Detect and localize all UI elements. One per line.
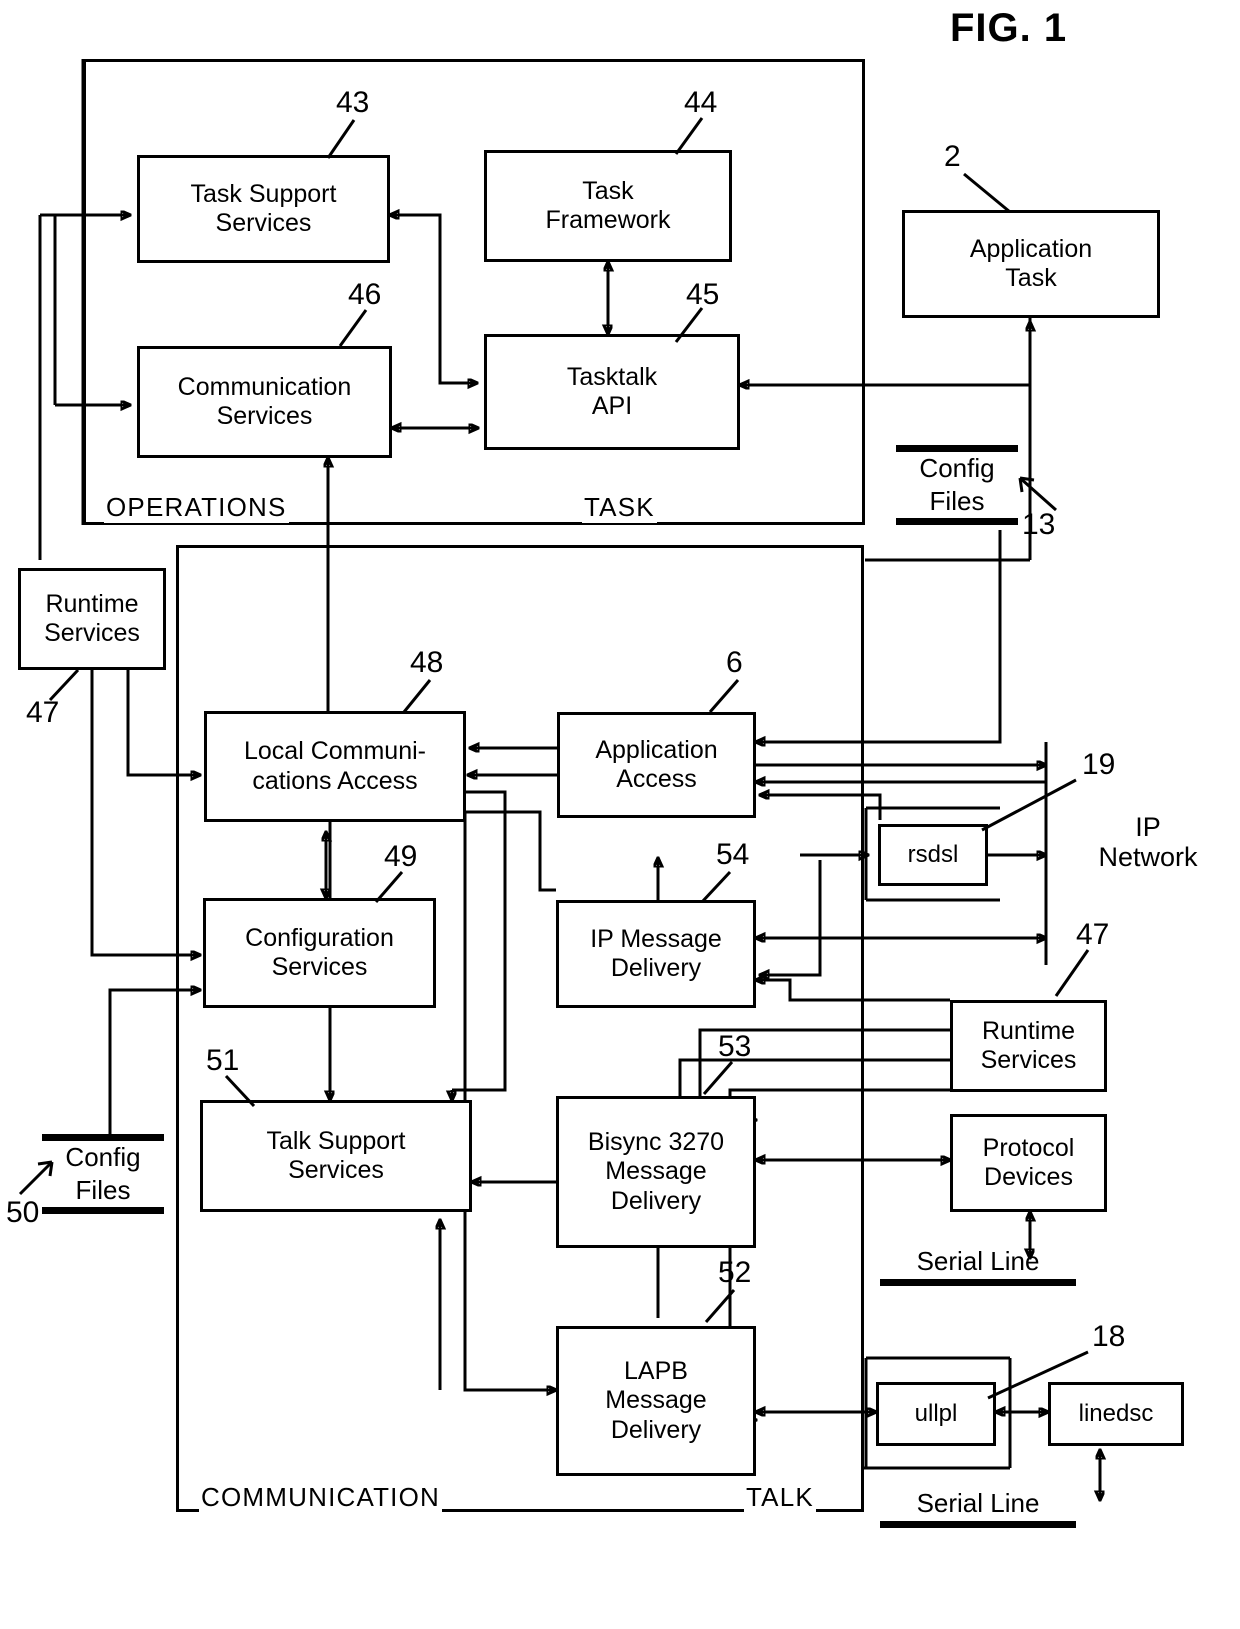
leader-18 xyxy=(987,1350,1089,1400)
leader-49 xyxy=(374,871,404,903)
box-lapb-message-delivery[interactable]: LAPB Message Delivery xyxy=(556,1326,756,1476)
box-runtime-services-bottom[interactable]: Runtime Services xyxy=(950,1000,1107,1092)
leader-2 xyxy=(963,172,1011,214)
leader-46 xyxy=(338,309,368,347)
serial-line-upper-label: Serial Line xyxy=(916,1246,1040,1276)
ref-47-top: 47 xyxy=(26,696,60,729)
leader-48 xyxy=(402,679,432,713)
leader-52 xyxy=(704,1289,736,1323)
box-bisync-message-delivery[interactable]: Bisync 3270 Message Delivery xyxy=(556,1096,756,1248)
config-files-50-top-rule xyxy=(42,1134,164,1141)
box-runtime-services-top[interactable]: Runtime Services xyxy=(18,568,166,670)
panel-communication-talk xyxy=(176,545,864,1512)
box-application-access[interactable]: Application Access xyxy=(557,712,756,818)
box-protocol-devices[interactable]: Protocol Devices xyxy=(950,1114,1107,1212)
leader-6 xyxy=(708,679,740,713)
box-application-task[interactable]: Application Task xyxy=(902,210,1160,318)
ref-46: 46 xyxy=(348,278,382,311)
box-ip-message-delivery[interactable]: IP Message Delivery xyxy=(556,900,756,1008)
box-local-communications-access[interactable]: Local Communi-cations Access xyxy=(204,711,466,822)
serial-line-lower-rule xyxy=(880,1521,1076,1528)
leader-19 xyxy=(981,778,1077,832)
figure-title: FIG. 1 xyxy=(950,6,1068,50)
ref-6: 6 xyxy=(726,646,743,679)
ref-45: 45 xyxy=(686,278,720,311)
serial-line-lower: Serial Line xyxy=(880,1488,1076,1528)
leader-43 xyxy=(326,119,356,159)
leader-47-right xyxy=(1054,949,1090,997)
ref-54: 54 xyxy=(716,838,750,871)
ref-13: 13 xyxy=(1022,508,1056,541)
ref-48: 48 xyxy=(410,646,444,679)
leader-54 xyxy=(700,870,732,904)
box-configuration-services[interactable]: Configuration Services xyxy=(203,898,436,1008)
leader-50 xyxy=(18,1160,54,1196)
serial-line-upper: Serial Line xyxy=(880,1246,1076,1286)
panel-label-talk: TALK xyxy=(744,1482,816,1513)
ref-2: 2 xyxy=(944,140,961,173)
panel-label-task: TASK xyxy=(582,492,657,523)
config-files-13-top-rule xyxy=(896,445,1018,452)
panel-label-communication: COMMUNICATION xyxy=(199,1482,442,1513)
serial-line-upper-rule xyxy=(880,1279,1076,1286)
ref-49: 49 xyxy=(384,840,418,873)
config-files-50-bottom-rule xyxy=(42,1207,164,1215)
box-ullpl[interactable]: ullpl xyxy=(876,1382,996,1446)
serial-line-lower-label: Serial Line xyxy=(916,1488,1040,1518)
ref-47-right: 47 xyxy=(1076,918,1110,951)
panel-label-operations: OPERATIONS xyxy=(104,492,289,523)
ip-network-label: IP Network xyxy=(1098,812,1198,873)
ref-53: 53 xyxy=(718,1030,752,1063)
ref-18: 18 xyxy=(1092,1320,1126,1353)
box-tasktalk-api[interactable]: Tasktalk API xyxy=(484,334,740,450)
config-files-13-bottom-rule xyxy=(896,518,1018,526)
box-communication-services[interactable]: Communication Services xyxy=(137,346,392,458)
box-talk-support-services[interactable]: Talk Support Services xyxy=(200,1100,472,1212)
leader-51 xyxy=(224,1074,256,1108)
ref-19: 19 xyxy=(1082,748,1116,781)
figure-canvas: FIG. 1 OPERATIONS TASK COMMUNICATION TAL… xyxy=(0,0,1240,1629)
config-files-13-line2: Files xyxy=(929,486,985,517)
config-files-13: Config Files xyxy=(896,445,1018,526)
config-files-13-line1: Config xyxy=(919,453,995,483)
ref-44: 44 xyxy=(684,86,718,119)
ref-43: 43 xyxy=(336,86,370,119)
ref-52: 52 xyxy=(718,1256,752,1289)
leader-44 xyxy=(674,117,704,155)
leader-53 xyxy=(702,1061,734,1095)
box-task-support-services[interactable]: Task Support Services xyxy=(137,155,390,263)
ref-50: 50 xyxy=(6,1196,40,1229)
box-task-framework[interactable]: Task Framework xyxy=(484,150,732,262)
box-rsdsl[interactable]: rsdsl xyxy=(878,824,988,886)
leader-45 xyxy=(674,307,704,343)
ref-51: 51 xyxy=(206,1044,240,1077)
